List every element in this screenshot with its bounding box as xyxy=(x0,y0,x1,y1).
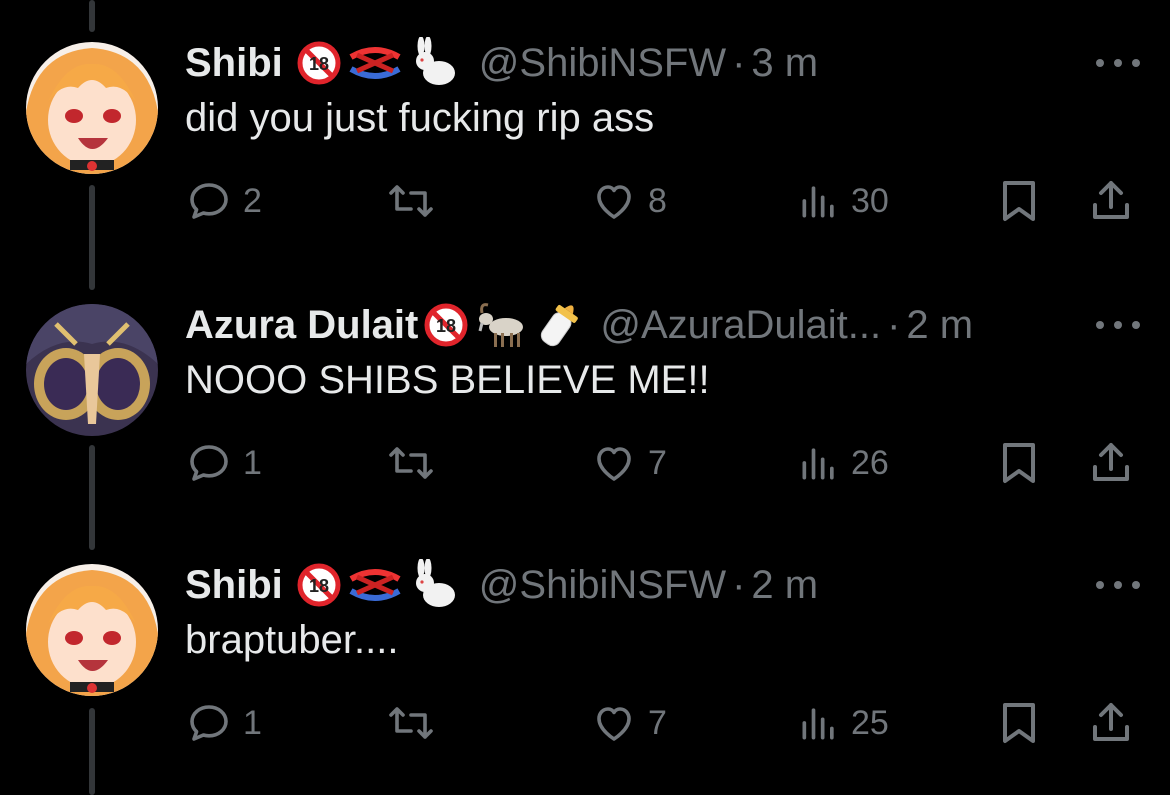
heart-icon xyxy=(590,439,638,487)
retweet-icon xyxy=(385,439,437,487)
separator: · xyxy=(732,40,746,85)
action-bar: 2 8 30 xyxy=(185,176,1145,226)
share-icon xyxy=(1087,439,1135,487)
knot-icon xyxy=(347,567,403,603)
reply-button[interactable]: 1 xyxy=(185,438,262,488)
reply-button[interactable]: 1 xyxy=(185,698,262,748)
reply-icon xyxy=(185,177,233,225)
share-icon xyxy=(1087,177,1135,225)
share-button[interactable] xyxy=(1087,176,1135,226)
view-count: 25 xyxy=(851,703,889,742)
like-count: 8 xyxy=(648,181,667,220)
avatar[interactable] xyxy=(26,42,158,174)
goat-icon xyxy=(474,301,530,349)
timestamp[interactable]: 3 m xyxy=(751,41,818,86)
avatar[interactable] xyxy=(26,564,158,696)
views-icon xyxy=(797,179,841,223)
adults-only-icon: 18 xyxy=(424,303,468,347)
rabbit-icon xyxy=(409,37,461,89)
svg-text:18: 18 xyxy=(309,54,329,74)
reply-count: 1 xyxy=(243,703,262,742)
reply-count: 2 xyxy=(243,181,262,220)
more-options-button[interactable] xyxy=(1096,48,1140,78)
share-button[interactable] xyxy=(1087,698,1135,748)
view-count: 30 xyxy=(851,181,889,220)
svg-text:18: 18 xyxy=(436,316,456,336)
retweet-button[interactable] xyxy=(385,176,437,226)
share-button[interactable] xyxy=(1087,438,1135,488)
separator: · xyxy=(732,562,746,607)
bookmark-button[interactable] xyxy=(997,176,1041,226)
display-name[interactable]: Azura Dulait xyxy=(185,303,418,348)
adults-only-icon: 18 xyxy=(297,41,341,85)
timestamp[interactable]: 2 m xyxy=(906,303,973,348)
tweet[interactable]: Shibi 18 @ShibiNSFW · 3 m did you just f… xyxy=(0,0,1170,260)
bookmark-icon xyxy=(997,699,1041,747)
like-button[interactable]: 8 xyxy=(590,176,667,226)
tweet[interactable]: Shibi 18 @ShibiNSFW · 2 m braptuber.... xyxy=(0,522,1170,782)
bookmark-button[interactable] xyxy=(997,698,1041,748)
bookmark-button[interactable] xyxy=(997,438,1041,488)
avatar[interactable] xyxy=(26,304,158,436)
views-button[interactable]: 30 xyxy=(797,176,889,226)
bookmark-icon xyxy=(997,439,1041,487)
retweet-button[interactable] xyxy=(385,438,437,488)
views-button[interactable]: 26 xyxy=(797,438,889,488)
reply-icon xyxy=(185,699,233,747)
retweet-icon xyxy=(385,699,437,747)
like-button[interactable]: 7 xyxy=(590,438,667,488)
tweet-text: did you just fucking rip ass xyxy=(185,96,655,140)
display-name[interactable]: Shibi xyxy=(185,563,283,608)
like-button[interactable]: 7 xyxy=(590,698,667,748)
like-count: 7 xyxy=(648,703,667,742)
reply-count: 1 xyxy=(243,443,262,482)
timeline: Shibi 18 @ShibiNSFW · 3 m did you just f… xyxy=(0,0,1170,795)
views-icon xyxy=(797,701,841,745)
adults-only-icon: 18 xyxy=(297,563,341,607)
rabbit-icon xyxy=(409,559,461,611)
display-name[interactable]: Shibi xyxy=(185,41,283,86)
svg-text:18: 18 xyxy=(309,576,329,596)
share-icon xyxy=(1087,699,1135,747)
heart-icon xyxy=(590,177,638,225)
more-options-button[interactable] xyxy=(1096,310,1140,340)
views-button[interactable]: 25 xyxy=(797,698,889,748)
baby-bottle-icon xyxy=(536,297,582,353)
retweet-button[interactable] xyxy=(385,698,437,748)
views-icon xyxy=(797,441,841,485)
tweet[interactable]: Azura Dulait 18 @AzuraDulait... · 2 m NO… xyxy=(0,262,1170,522)
retweet-icon xyxy=(385,177,437,225)
handle[interactable]: @ShibiNSFW xyxy=(479,563,726,608)
handle[interactable]: @ShibiNSFW xyxy=(479,41,726,86)
timestamp[interactable]: 2 m xyxy=(751,563,818,608)
tweet-text: NOOO SHIBS BELIEVE ME!! xyxy=(185,358,710,402)
more-options-button[interactable] xyxy=(1096,570,1140,600)
knot-icon xyxy=(347,45,403,81)
reply-icon xyxy=(185,439,233,487)
action-bar: 1 7 25 xyxy=(185,698,1145,748)
separator: · xyxy=(887,302,901,347)
bookmark-icon xyxy=(997,177,1041,225)
handle[interactable]: @AzuraDulait... xyxy=(600,303,881,348)
like-count: 7 xyxy=(648,443,667,482)
tweet-text: braptuber.... xyxy=(185,618,399,662)
view-count: 26 xyxy=(851,443,889,482)
heart-icon xyxy=(590,699,638,747)
action-bar: 1 7 26 xyxy=(185,438,1145,488)
reply-button[interactable]: 2 xyxy=(185,176,262,226)
